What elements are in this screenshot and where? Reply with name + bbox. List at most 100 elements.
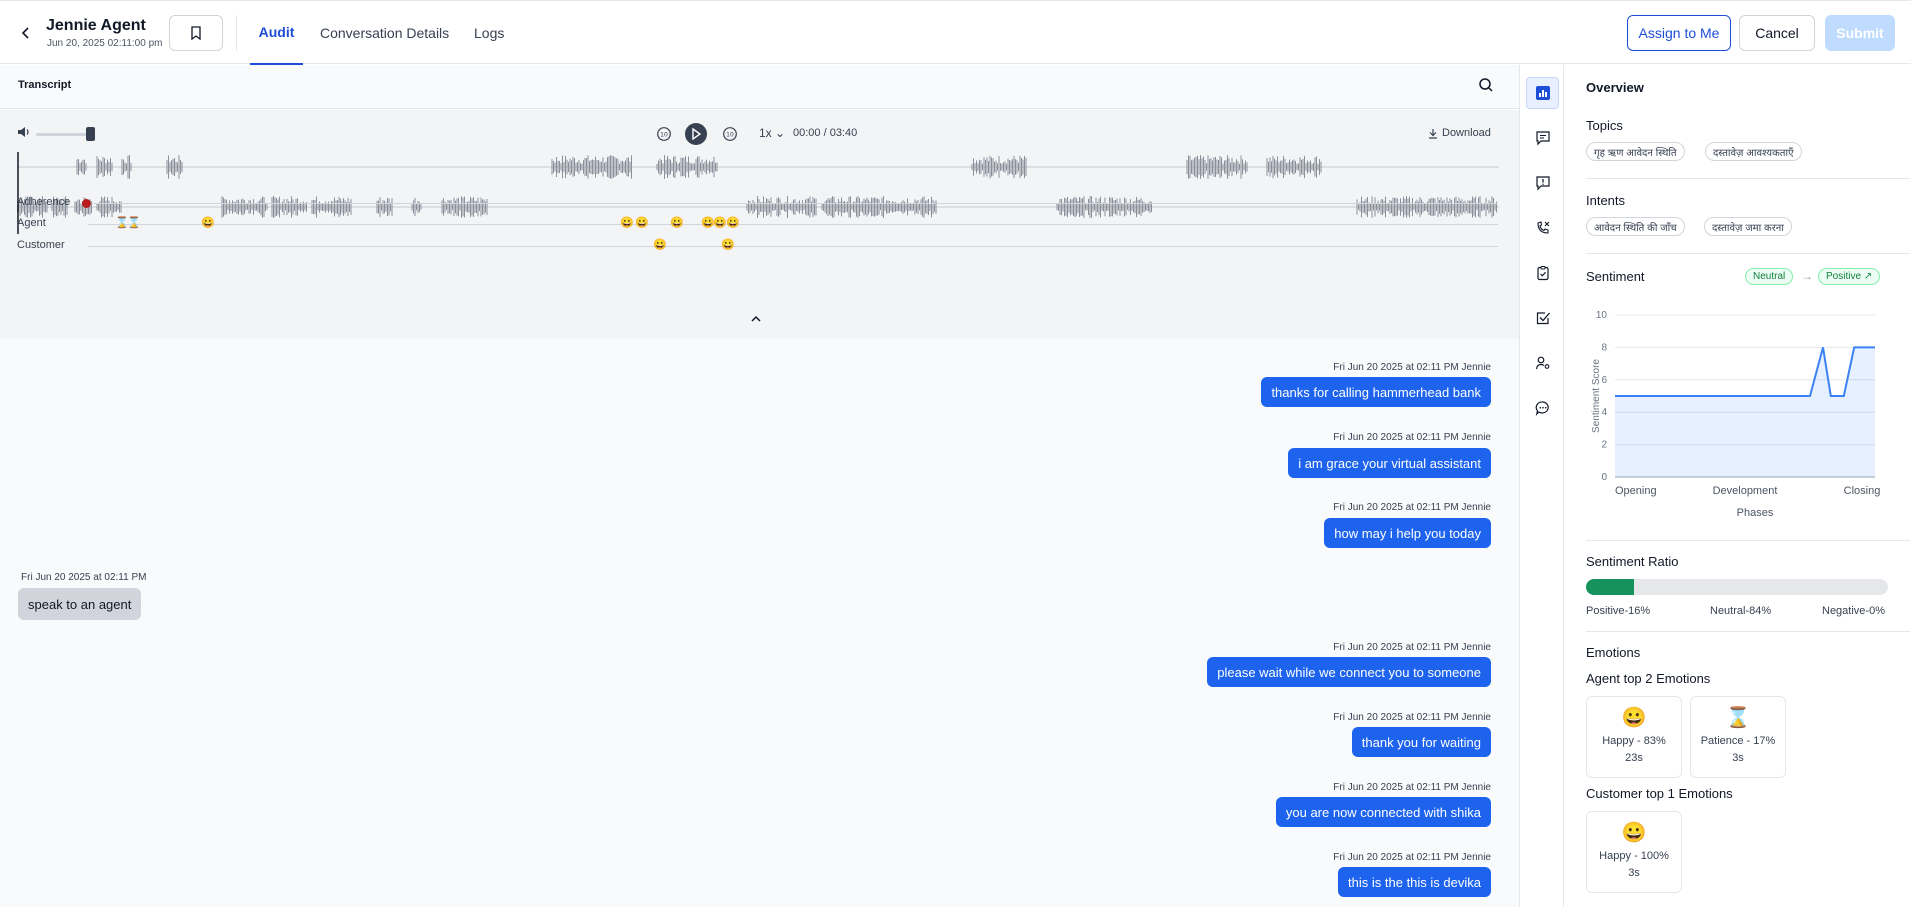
y-axis-label: Sentiment Score: [1591, 359, 1602, 433]
volume-slider-track[interactable]: [36, 133, 92, 136]
tab-audit[interactable]: Audit: [250, 1, 303, 65]
message-meta: Fri Jun 20 2025 at 02:11 PM: [21, 572, 147, 583]
happy-face-icon[interactable]: 😀: [635, 218, 649, 229]
download-icon: [1429, 128, 1437, 139]
x-axis-label: Phases: [1737, 507, 1774, 519]
happy-face-icon[interactable]: 😀: [721, 240, 735, 251]
customer-track: [88, 246, 1498, 247]
checkbox-icon[interactable]: [1526, 302, 1559, 334]
download-button[interactable]: Download: [1428, 127, 1491, 139]
phone-missed-icon[interactable]: [1526, 212, 1559, 244]
agent-message-bubble: this is the this is devika: [1338, 867, 1491, 897]
happy-face-icon[interactable]: 😀: [620, 218, 634, 229]
panel-icon-rail: [1519, 65, 1564, 907]
happy-face-icon[interactable]: 😀: [726, 218, 740, 229]
chevron-down-icon: ⌄: [775, 126, 786, 140]
happy-face-icon[interactable]: 😀: [670, 218, 684, 229]
collapse-chevron-up-icon[interactable]: [751, 312, 761, 326]
emotion-label: Happy - 83%: [1602, 735, 1666, 747]
ratio-positive-label: Positive-16%: [1586, 605, 1651, 617]
ratio-neutral-label: Neutral-84%: [1710, 605, 1772, 617]
agent-emotions-label: Agent top 2 Emotions: [1586, 671, 1711, 686]
happy-face-icon[interactable]: 😀: [653, 240, 667, 251]
customer-message-bubble: speak to an agent: [18, 588, 142, 620]
happy-face-icon[interactable]: 😀: [201, 218, 215, 229]
volume-icon[interactable]: [17, 125, 31, 139]
y-tick-label: 10: [1596, 310, 1608, 321]
agent-message-bubble: thank you for waiting: [1351, 727, 1491, 757]
bookmark-icon: [191, 26, 201, 40]
play-button[interactable]: [685, 123, 707, 145]
playback-rate-select[interactable]: 1x ⌄: [759, 126, 785, 140]
sentiment-ratio-bar: [1586, 579, 1888, 595]
agent-track-label: Agent: [17, 217, 46, 229]
message-meta: Fri Jun 20 2025 at 02:11 PM Jennie: [1333, 642, 1491, 653]
divider: [1586, 540, 1910, 541]
emotions-label: Emotions: [1586, 645, 1641, 660]
y-tick-label: 0: [1601, 472, 1607, 483]
sentiment-ratio-positive-fill: [1586, 579, 1635, 595]
rewind-10-icon[interactable]: 10: [655, 125, 673, 143]
tab-logs[interactable]: Logs: [474, 1, 504, 65]
playback-time: 00:00 / 03:40: [793, 127, 858, 139]
header: Jennie Agent Jun 20, 2025 02:11:00 pm Au…: [0, 0, 1911, 65]
audio-player: 10 10 1x ⌄ 00:00 / 03:40 Download Adhere…: [0, 110, 1519, 339]
chat-dots-icon[interactable]: [1526, 392, 1559, 424]
emotion-duration: 3s: [1628, 867, 1640, 879]
hourglass-icon: ⌛: [1725, 707, 1751, 729]
comment-icon[interactable]: [1526, 122, 1559, 154]
happy-face-icon: 😀: [1621, 822, 1647, 844]
adherence-track: [88, 203, 1498, 204]
adherence-label: Adherence: [17, 196, 71, 208]
volume-slider-thumb[interactable]: [86, 127, 95, 141]
sentiment-line: [1615, 346, 1875, 397]
message-meta: Fri Jun 20 2025 at 02:11 PM Jennie: [1333, 712, 1491, 723]
cancel-button[interactable]: Cancel: [1739, 15, 1815, 51]
svg-text:10: 10: [660, 132, 668, 139]
playback-rate-value: 1x: [759, 126, 772, 140]
user-settings-icon[interactable]: [1526, 347, 1559, 379]
transcript-header: Transcript: [0, 65, 1519, 109]
agent-message-bubble: thanks for calling hammerhead bank: [1261, 377, 1491, 407]
alert-comment-icon[interactable]: [1526, 167, 1559, 199]
customer-emotion-card: 😀 Happy - 100% 3s: [1586, 811, 1682, 893]
submit-button[interactable]: Submit: [1825, 15, 1895, 51]
header-divider: [236, 15, 237, 51]
bookmark-button[interactable]: [169, 15, 223, 51]
tab-conversation-details[interactable]: Conversation Details: [320, 1, 449, 65]
happy-face-icon[interactable]: 😀: [713, 218, 727, 229]
x-tick-label: Closing: [1844, 485, 1881, 497]
sentiment-chart: 0 2 4 6 8 10 Opening Development Closing Phases Se…: [1591, 310, 1881, 519]
assign-to-me-button[interactable]: Assign to Me: [1627, 15, 1731, 51]
sentiment-area: [1615, 347, 1875, 477]
agent-message-bubble: please wait while we connect you to some…: [1207, 657, 1491, 687]
transcript-title: Transcript: [18, 79, 72, 91]
forward-10-icon[interactable]: 10: [721, 125, 739, 143]
sentiment-ratio-label: Sentiment Ratio: [1586, 554, 1679, 569]
message-list: Fri Jun 20 2025 at 02:11 PM Jennie thank…: [0, 339, 1519, 907]
agent-date: Jun 20, 2025 02:11:00 pm: [47, 38, 163, 49]
adherence-marker[interactable]: [82, 199, 91, 208]
agent-emotion-card: 😀 Happy - 83% 23s: [1586, 696, 1682, 778]
agent-message-bubble: how may i help you today: [1324, 518, 1491, 548]
agent-name: Jennie Agent: [46, 17, 146, 34]
back-arrow-icon[interactable]: [18, 23, 34, 43]
customer-emotions-label: Customer top 1 Emotions: [1586, 786, 1733, 801]
y-tick-label: 6: [1601, 375, 1607, 386]
agent-message-bubble: i am grace your virtual assistant: [1288, 448, 1491, 478]
play-icon: [692, 128, 701, 140]
svg-text:10: 10: [726, 132, 734, 139]
chart-icon[interactable]: [1526, 77, 1559, 109]
search-icon[interactable]: [1478, 77, 1496, 95]
clipboard-check-icon[interactable]: [1526, 257, 1559, 289]
agent-emotion-card: ⌛ Patience - 17% 3s: [1690, 696, 1786, 778]
waveform[interactable]: [17, 152, 1499, 248]
y-tick-label: 4: [1601, 407, 1607, 418]
hourglass-icon[interactable]: ⌛: [127, 218, 141, 229]
y-tick-label: 2: [1601, 440, 1607, 451]
download-label: Download: [1442, 127, 1491, 139]
agent-track: [88, 224, 1498, 225]
emotion-duration: 23s: [1625, 752, 1643, 764]
divider: [1586, 631, 1910, 632]
emotion-duration: 3s: [1732, 752, 1744, 764]
